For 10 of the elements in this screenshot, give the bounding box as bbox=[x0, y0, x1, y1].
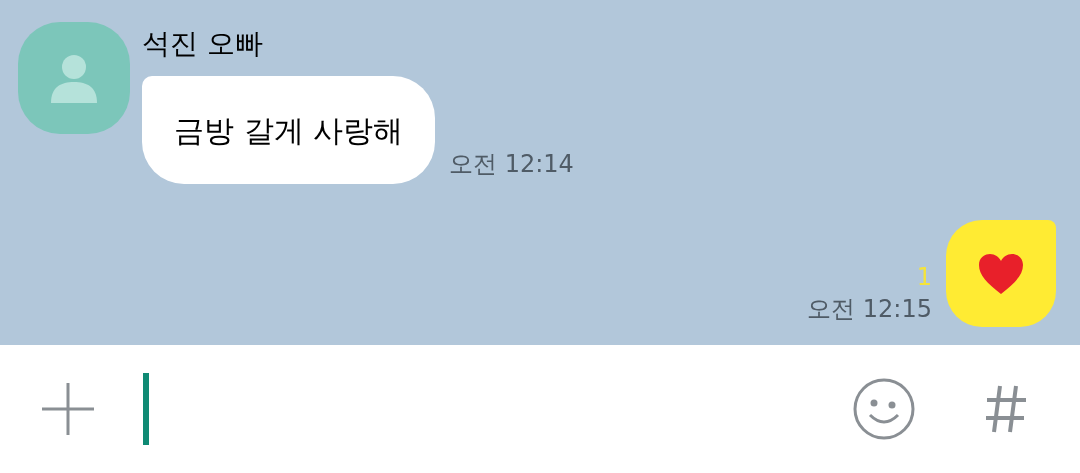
message-time: 오전 12:14 bbox=[449, 149, 574, 180]
emoji-icon[interactable] bbox=[852, 377, 916, 441]
sender-name: 석진 오빠 bbox=[142, 26, 264, 62]
message-time: 오전 12:15 bbox=[807, 294, 932, 325]
message-text: 금방 갈게 사랑해 bbox=[174, 111, 404, 150]
plus-icon[interactable] bbox=[40, 381, 96, 437]
hashtag-icon[interactable] bbox=[984, 384, 1028, 434]
person-icon bbox=[49, 53, 99, 103]
heart-icon bbox=[977, 251, 1025, 296]
unread-count: 1 bbox=[916, 263, 932, 291]
